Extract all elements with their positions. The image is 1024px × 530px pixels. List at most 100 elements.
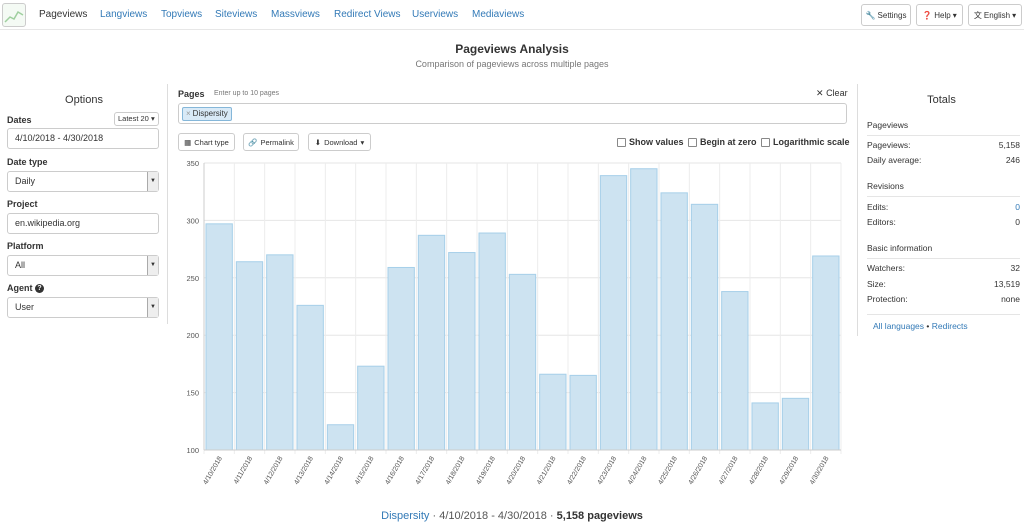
top-navbar: Pageviews Langviews Topviews Siteviews M… <box>0 0 1024 30</box>
size-label: Size: <box>867 279 886 289</box>
platform-select[interactable]: All ▼ <box>7 255 159 276</box>
chart-bar <box>266 254 294 451</box>
chart-bar <box>599 175 628 451</box>
x-tick-label: 4/21/2018 <box>536 455 558 486</box>
clear-label: Clear <box>826 88 848 98</box>
settings-label: Settings <box>877 10 907 20</box>
chart-bar <box>781 397 810 451</box>
project-input[interactable]: en.wikipedia.org <box>7 213 159 234</box>
permalink-button[interactable]: 🔗 Permalink <box>243 133 299 151</box>
editors-row: Editors: 0 <box>867 217 1020 227</box>
close-icon: ✕ <box>816 88 824 98</box>
page-title: Pageviews Analysis <box>455 42 569 56</box>
chart-bar <box>630 168 658 451</box>
nav-tab-topviews[interactable]: Topviews <box>161 9 202 20</box>
remove-tag-icon[interactable]: × <box>186 109 191 118</box>
y-tick-label: 150 <box>186 389 199 398</box>
language-button[interactable]: 文 English ▾ <box>968 4 1022 26</box>
latest-range-button[interactable]: Latest 20 ▾ <box>114 112 159 126</box>
app-logo[interactable] <box>2 3 26 27</box>
redirects-link[interactable]: Redirects <box>932 321 968 331</box>
date-type-value: Daily <box>15 176 36 186</box>
chevron-down-icon: ▼ <box>147 298 158 317</box>
chart-type-button[interactable]: ▦ Chart type <box>178 133 235 151</box>
agent-value: User <box>15 302 35 312</box>
checkbox-box[interactable] <box>761 137 770 147</box>
wrench-icon: 🔧 <box>865 10 876 20</box>
daily-average-label: Daily average: <box>867 155 922 165</box>
help-button[interactable]: ❓ Help ▾ <box>916 4 963 26</box>
link-icon: 🔗 <box>248 137 258 147</box>
x-tick-label: 4/30/2018 <box>809 455 831 486</box>
legend-total: 5,158 pageviews <box>556 510 643 522</box>
x-tick-label: 4/27/2018 <box>718 455 740 486</box>
checkbox-box[interactable] <box>617 137 626 147</box>
nav-tab-userviews[interactable]: Userviews <box>412 9 458 20</box>
x-tick-label: 4/15/2018 <box>354 455 376 486</box>
x-tick-label: 4/13/2018 <box>293 455 315 486</box>
nav-tab-langviews[interactable]: Langviews <box>100 9 147 20</box>
question-circle-icon[interactable]: ? <box>35 284 45 294</box>
date-range-input[interactable]: 4/10/2018 - 4/30/2018 <box>7 128 159 149</box>
date-type-select[interactable]: Daily ▼ <box>7 171 159 192</box>
watchers-label: Watchers: <box>867 263 905 273</box>
question-circle-icon: ❓ <box>922 10 933 20</box>
settings-button[interactable]: 🔧 Settings <box>861 4 911 26</box>
pages-label: Pages <box>178 89 205 99</box>
edits-value-link[interactable]: 0 <box>1015 202 1020 212</box>
permalink-label: Permalink <box>260 137 294 147</box>
chart-bar <box>478 232 506 451</box>
nav-tab-pageviews[interactable]: Pageviews <box>39 9 87 20</box>
protection-label: Protection: <box>867 294 908 304</box>
y-tick-label: 350 <box>186 159 199 168</box>
show-values-label: Show values <box>629 137 684 147</box>
platform-label: Platform <box>7 241 44 251</box>
log-scale-checkbox[interactable]: Logarithmic scale <box>761 137 850 147</box>
page-tag-label: Dispersity <box>192 109 228 118</box>
options-panel: Options Dates Latest 20 ▾ 4/10/2018 - 4/… <box>0 84 168 324</box>
nav-tab-mediaviews[interactable]: Mediaviews <box>472 9 524 20</box>
x-tick-label: 4/16/2018 <box>384 455 406 486</box>
begin-at-zero-checkbox[interactable]: Begin at zero <box>688 137 757 147</box>
pageviews-chart: 100 150 200 250 300 350 4/10/2018 4/11/2018 4/12… <box>186 159 842 486</box>
legend-page-link[interactable]: Dispersity <box>381 510 429 522</box>
clear-button[interactable]: ✕ Clear <box>816 88 848 99</box>
nav-tab-siteviews[interactable]: Siteviews <box>215 9 257 20</box>
x-tick-label: 4/19/2018 <box>475 455 497 486</box>
x-tick-label: 4/22/2018 <box>566 455 588 486</box>
basic-info-section-title: Basic information <box>867 243 933 253</box>
nav-tab-redirect-views[interactable]: Redirect Views <box>334 9 401 20</box>
x-tick-label: 4/12/2018 <box>263 455 285 486</box>
help-label: Help <box>934 10 951 20</box>
chart-bar <box>539 373 567 451</box>
totals-heading: Totals <box>927 94 956 106</box>
pageviews-value: 5,158 <box>998 140 1020 150</box>
chart-legend: Dispersity · 4/10/2018 - 4/30/2018 · 5,1… <box>381 510 643 522</box>
x-tick-label: 4/26/2018 <box>688 455 710 486</box>
chart-bar <box>751 402 779 451</box>
y-tick-label: 200 <box>186 331 199 340</box>
chart-bar <box>296 304 324 451</box>
watchers-value: 32 <box>1010 263 1020 273</box>
all-languages-link[interactable]: All languages <box>873 321 924 331</box>
dates-label: Dates <box>7 115 32 125</box>
chart-bar <box>448 252 476 451</box>
chart-bar <box>235 261 264 451</box>
agent-select[interactable]: User ▼ <box>7 297 159 318</box>
related-links: All languages • Redirects <box>873 321 968 331</box>
show-values-checkbox[interactable]: Show values <box>617 137 684 147</box>
divider <box>867 258 1020 259</box>
download-button[interactable]: ⬇ Download ▾ <box>308 133 371 151</box>
chevron-down-icon: ▼ <box>147 256 158 275</box>
chart-bar <box>205 223 233 451</box>
checkbox-box[interactable] <box>688 137 697 147</box>
page-subtitle: Comparison of pageviews across multiple … <box>415 59 609 69</box>
nav-tab-massviews[interactable]: Massviews <box>271 9 320 20</box>
caret-down-icon: ▾ <box>1012 10 1017 20</box>
x-tick-label: 4/17/2018 <box>415 455 437 486</box>
size-value: 13,519 <box>994 279 1020 289</box>
options-heading: Options <box>65 94 103 106</box>
chart-bar <box>690 203 719 451</box>
page-tag[interactable]: × Dispersity <box>182 107 232 121</box>
pages-input[interactable]: × Dispersity <box>178 103 847 124</box>
